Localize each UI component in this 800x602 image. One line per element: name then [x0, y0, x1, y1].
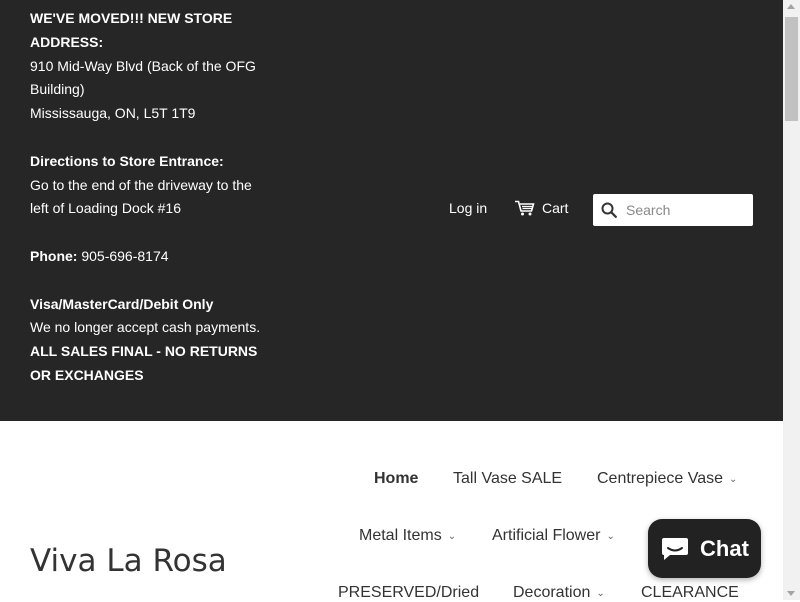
scroll-down-icon[interactable]: [787, 591, 795, 596]
moved-headline: WE'VE MOVED!!! NEW STORE: [30, 10, 233, 26]
chat-label: Chat: [700, 535, 749, 561]
chevron-down-icon: ⌄: [596, 587, 605, 599]
nav-preserved-dried-label: PRESERVED/Dried: [338, 584, 480, 601]
chevron-down-icon: ⌄: [447, 530, 457, 542]
phone-number: 905-696-8174: [77, 247, 169, 264]
store-logo[interactable]: Viva La Rosa: [30, 543, 227, 579]
payment-heading: Visa/MasterCard/Debit Only: [30, 295, 214, 312]
nav-artificial-flower[interactable]: Artificial Flower ⌄: [492, 527, 615, 545]
final-sale-line-2: OR EXCHANGES: [30, 366, 144, 383]
scrollbar[interactable]: [783, 0, 800, 600]
nav-preserved-dried[interactable]: PRESERVED/Dried: [338, 584, 479, 602]
nav-home-label: Home: [374, 470, 419, 487]
directions-line-1: Go to the end of the driveway to the: [30, 176, 252, 193]
address-line-3: Mississauga, ON, L5T 1T9: [30, 105, 196, 122]
chevron-down-icon: ⌄: [606, 530, 615, 542]
store-notice: WE'VE MOVED!!! NEW STORE ADDRESS: 910 Mi…: [30, 7, 270, 388]
announcement-bar: WE'VE MOVED!!! NEW STORE ADDRESS: 910 Mi…: [0, 0, 783, 421]
scrollbar-thumb[interactable]: [785, 17, 798, 121]
nav-clearance[interactable]: CLEARANCE: [641, 584, 739, 602]
nav-artificial-flower-label: Artificial Flower: [492, 527, 601, 544]
address-line-1: 910 Mid-Way Blvd (Back of the OFG: [30, 57, 256, 74]
nav-metal-items[interactable]: Metal Items ⌄: [359, 527, 456, 545]
nav-tall-vase-sale[interactable]: Tall Vase SALE: [453, 470, 562, 488]
address-line-2: Building): [30, 81, 85, 98]
chat-icon: [662, 537, 689, 560]
search-icon[interactable]: [601, 202, 617, 218]
directions-line-2: left of Loading Dock #16: [30, 200, 181, 217]
nav-decoration[interactable]: Decoration ⌄: [513, 584, 605, 602]
chevron-down-icon: ⌄: [729, 473, 738, 485]
cart-link[interactable]: Cart: [515, 200, 568, 216]
directions-heading: Directions to Store Entrance:: [30, 152, 224, 169]
address-heading: ADDRESS:: [30, 33, 104, 50]
phone-line: Phone: 905-696-8174: [30, 245, 270, 269]
payment-note: We no longer accept cash payments.: [30, 319, 261, 336]
nav-centrepiece-vase-label: Centrepiece Vase: [597, 470, 723, 487]
cart-label: Cart: [542, 200, 569, 216]
search-input[interactable]: [626, 202, 746, 218]
nav-centrepiece-vase[interactable]: Centrepiece Vase ⌄: [597, 470, 737, 488]
final-sale-line-1: ALL SALES FINAL - NO RETURNS: [30, 343, 258, 360]
cart-icon: [515, 200, 535, 216]
search-box: [593, 194, 753, 226]
login-link[interactable]: Log in: [449, 200, 487, 216]
nav-clearance-label: CLEARANCE: [641, 584, 739, 601]
nav-home[interactable]: Home: [374, 470, 418, 488]
chat-button[interactable]: Chat: [648, 519, 761, 578]
phone-label: Phone:: [30, 247, 78, 264]
nav-decoration-label: Decoration: [513, 584, 591, 601]
nav-metal-items-label: Metal Items: [359, 527, 442, 544]
scroll-up-icon[interactable]: [787, 4, 795, 9]
nav-tall-vase-sale-label: Tall Vase SALE: [453, 470, 563, 487]
